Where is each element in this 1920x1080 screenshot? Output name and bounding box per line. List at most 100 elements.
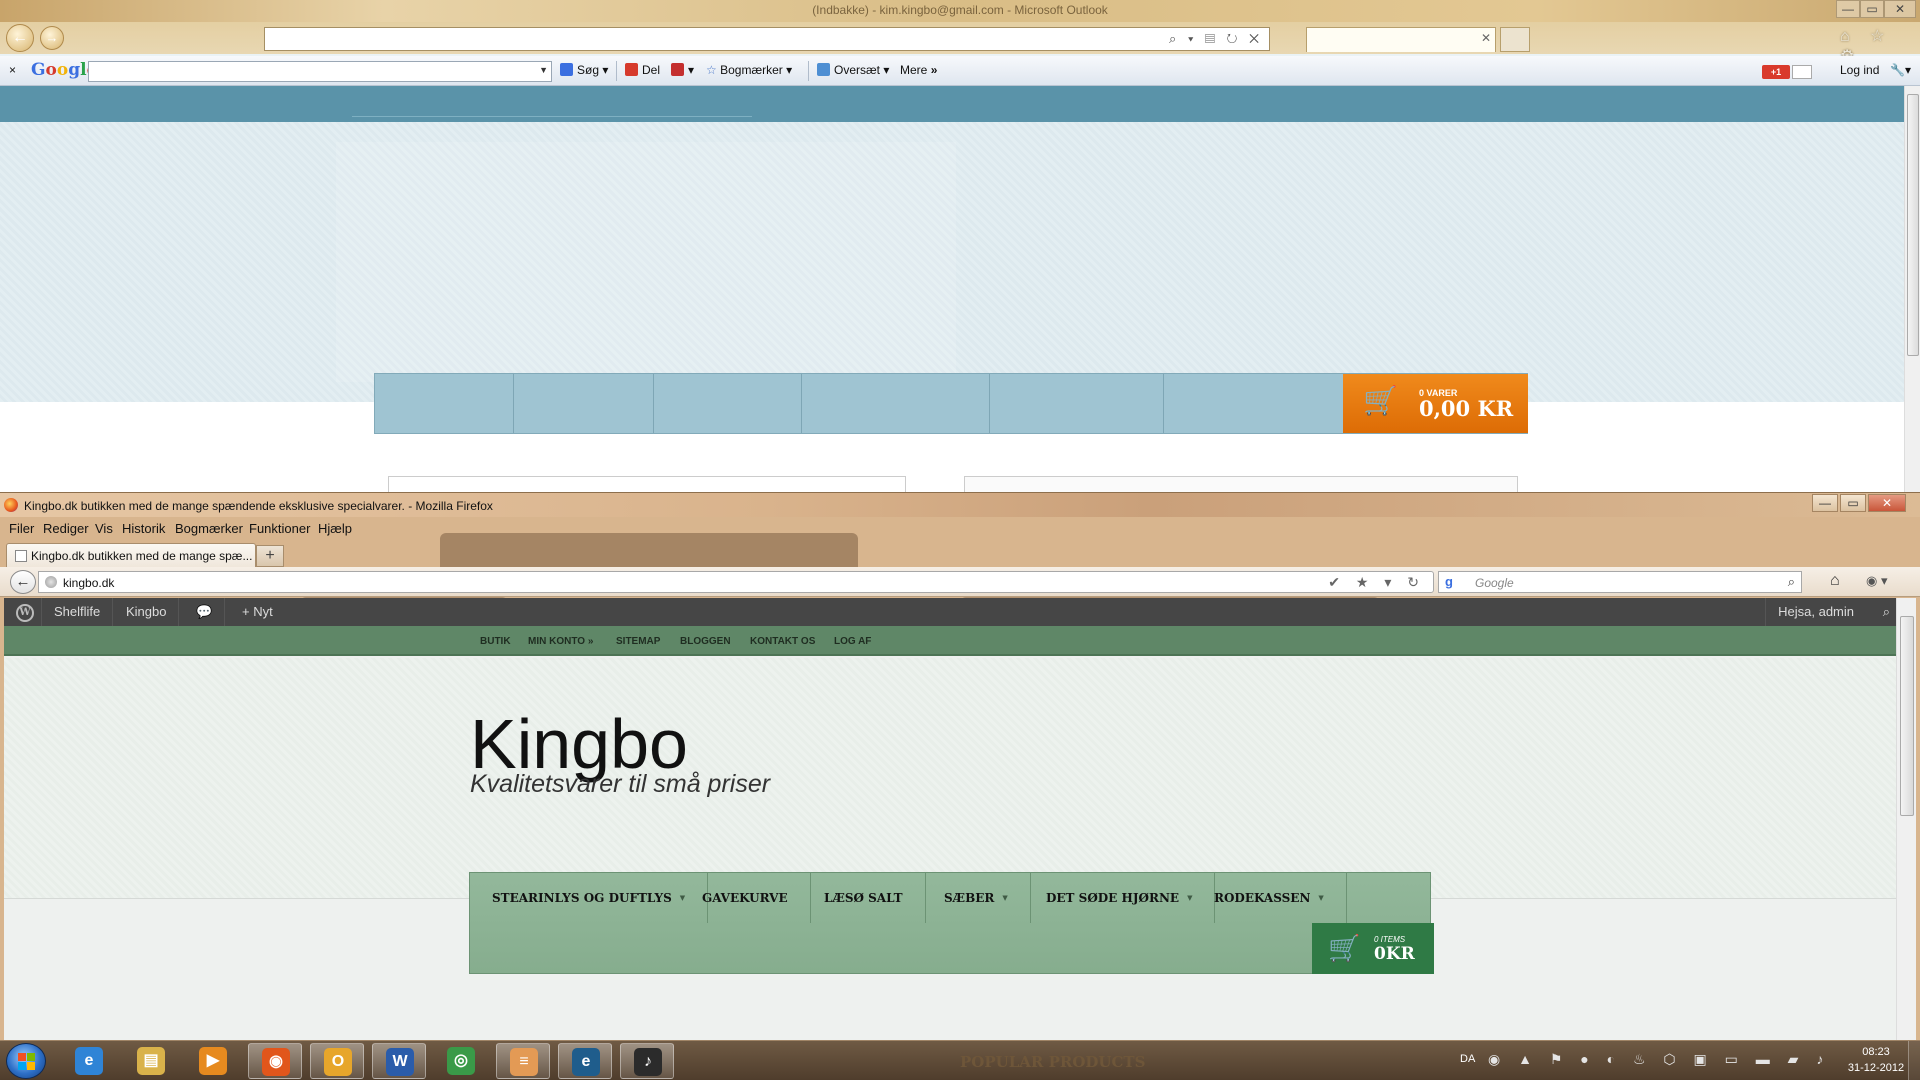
- ie-vertical-scrollbar[interactable]: [1904, 86, 1920, 492]
- menu-bogmaerker[interactable]: Bogmærker: [175, 521, 243, 536]
- ie-maximize-button[interactable]: ▭: [1860, 0, 1884, 18]
- share-button[interactable]: Del: [625, 63, 660, 77]
- comments-icon[interactable]: 💬: [184, 598, 226, 626]
- taskbar-app-chrome[interactable]: ◎: [434, 1043, 488, 1079]
- pagerank-icon: [671, 63, 684, 76]
- nav-min-konto[interactable]: MIN KONTO »: [528, 636, 593, 647]
- back-button[interactable]: ←: [10, 570, 36, 594]
- ff-search-input[interactable]: g Google ⌕: [1438, 571, 1802, 593]
- nav-butik[interactable]: BUTIK: [480, 636, 511, 647]
- start-button[interactable]: [6, 1043, 46, 1079]
- admin-greeting[interactable]: Hejsa, admin: [1765, 598, 1866, 626]
- ie-minimize-button[interactable]: —: [1836, 0, 1860, 18]
- menu-filer[interactable]: Filer: [9, 521, 34, 536]
- nav-log-af[interactable]: LOG AF: [834, 636, 871, 647]
- taskbar-app-internet-explorer[interactable]: e: [62, 1043, 116, 1079]
- chevron-down-icon[interactable]: ▼: [539, 65, 548, 75]
- taskbar-app-word[interactable]: W: [372, 1043, 426, 1079]
- category-laeso-salt[interactable]: LÆSØ SALT: [802, 873, 926, 923]
- hero-area: [0, 122, 1904, 402]
- system-tray-icons[interactable]: ◉ ▲ ⚑ ● ◐ ♨ ⬡ ▣ ▭ ▬ ▰ ♪: [1488, 1051, 1830, 1068]
- google-search-input[interactable]: ▼: [88, 61, 552, 82]
- taskbar-app-media-player[interactable]: ▶: [186, 1043, 240, 1079]
- ff-menubar: Filer Rediger Vis Historik Bogmærker Fun…: [0, 517, 1920, 539]
- forward-arrow-icon[interactable]: →: [40, 26, 64, 50]
- ff-tab-label: Kingbo.dk butikken med de mange spæ...: [31, 549, 253, 563]
- cart-widget[interactable]: 🛒 0 ITEMS 0KR: [1312, 923, 1434, 974]
- home-icon[interactable]: ⌂: [1830, 572, 1840, 590]
- menu-funktioner[interactable]: Funktioner: [249, 521, 310, 536]
- nav-kontakt-os[interactable]: KONTAKT OS: [750, 636, 815, 647]
- tab-close-icon[interactable]: ✕: [1481, 31, 1491, 45]
- plus-one-button[interactable]: +1: [1762, 65, 1790, 79]
- login-link[interactable]: Log ind: [1840, 63, 1879, 77]
- translate-button[interactable]: Oversæt ▾: [817, 63, 889, 77]
- separator: [808, 61, 809, 81]
- url-bar[interactable]: kingbo.dk ✔ ★ ▾ ↻: [38, 571, 1434, 593]
- bookmarks-button[interactable]: ☆ Bogmærker ▾: [706, 63, 792, 77]
- address-bar-icons[interactable]: ⌕ ▾ ▤ ↻ ✕: [1169, 31, 1263, 47]
- back-arrow-icon[interactable]: ←: [6, 24, 34, 52]
- site-identity-icon[interactable]: [45, 576, 57, 588]
- translate-button-label: Oversæt: [834, 63, 881, 77]
- taskbar-app-ie-network[interactable]: e: [558, 1043, 612, 1079]
- new-tab-button[interactable]: +: [256, 545, 284, 567]
- clock-time[interactable]: 08:23: [1848, 1046, 1904, 1058]
- menu-hjaelp[interactable]: Hjælp: [318, 521, 352, 536]
- caret-down-icon: ▼: [1318, 893, 1324, 902]
- toolbar-close-icon[interactable]: ×: [9, 63, 16, 77]
- ff-tab[interactable]: Kingbo.dk butikken med de mange spæ...: [6, 543, 256, 568]
- nav-bloggen[interactable]: BLOGGEN: [680, 636, 731, 647]
- category-rodekassen[interactable]: RODEKASSEN ▼: [1192, 873, 1347, 923]
- clock-date[interactable]: 31-12-2012: [1838, 1062, 1914, 1074]
- menu-rediger[interactable]: Rediger: [43, 521, 89, 536]
- category-saeber[interactable]: SÆBER ▼: [922, 873, 1031, 923]
- admin-site-kingbo[interactable]: Kingbo: [114, 598, 180, 626]
- url-bar-icons[interactable]: ✔ ★ ▾ ↻: [1328, 574, 1425, 591]
- ff-minimize-button[interactable]: —: [1812, 494, 1838, 512]
- menu-vis[interactable]: Vis: [95, 521, 113, 536]
- more-button[interactable]: Mere »: [900, 63, 937, 77]
- search-button[interactable]: Søg ▾: [560, 63, 608, 77]
- pagerank-button[interactable]: ▾: [671, 63, 694, 77]
- cart-widget[interactable]: 🛒 0 VARER 0,00 KR: [1343, 374, 1528, 433]
- site-tagline: Kvalitetsvarer til små priser: [470, 770, 771, 798]
- scrollbar-thumb[interactable]: [1900, 616, 1914, 816]
- plus-one-toggle[interactable]: [1792, 65, 1812, 79]
- ff-maximize-button[interactable]: ▭: [1840, 494, 1866, 512]
- ie-new-tab-button[interactable]: [1500, 27, 1530, 52]
- ff-close-button[interactable]: ✕: [1868, 494, 1906, 512]
- taskbar-app-outlook[interactable]: O: [310, 1043, 364, 1079]
- firefox-icon: [4, 498, 18, 512]
- search-icon[interactable]: ⌕: [1788, 574, 1795, 590]
- ie-tab[interactable]: ✕: [1306, 27, 1496, 52]
- admin-search-icon[interactable]: ⌕: [1883, 604, 1890, 620]
- addon-icon[interactable]: ◉ ▾: [1866, 573, 1887, 589]
- menu-divider: [1163, 374, 1164, 433]
- taskbar-app-notes[interactable]: ≡: [496, 1043, 550, 1079]
- search-engine-icon[interactable]: g: [1445, 574, 1453, 589]
- language-indicator[interactable]: DA: [1460, 1053, 1475, 1065]
- share-button-label: Del: [642, 63, 661, 77]
- taskbar-app-firefox[interactable]: ◉: [248, 1043, 302, 1079]
- nav-sitemap[interactable]: SITEMAP: [616, 636, 660, 647]
- taskbar-app-app-green[interactable]: ♪: [620, 1043, 674, 1079]
- show-desktop-button[interactable]: [1908, 1041, 1920, 1080]
- ie-address-bar[interactable]: ⌕ ▾ ▤ ↻ ✕: [264, 27, 1270, 51]
- scrollbar-thumb[interactable]: [1907, 94, 1919, 356]
- url-text[interactable]: kingbo.dk: [63, 576, 114, 590]
- ie-page-content: 🛒 0 VARER 0,00 KR: [0, 86, 1904, 492]
- ie-close-button[interactable]: ✕: [1884, 0, 1916, 18]
- category-stearinlys[interactable]: STEARINLYS OG DUFTLYS ▼: [470, 873, 709, 923]
- category-gavekurve[interactable]: GAVEKURVE: [680, 873, 811, 923]
- wordpress-logo[interactable]: W: [4, 598, 42, 626]
- category-navigation: STEARINLYS OG DUFTLYS ▼ GAVEKURVE LÆSØ SA…: [469, 872, 1434, 974]
- category-det-soede-hjoerne[interactable]: DET SØDE HJØRNE ▼: [1024, 873, 1216, 923]
- taskbar-app-file-explorer[interactable]: ▤: [124, 1043, 178, 1079]
- cart-icon: 🛒: [1363, 385, 1398, 416]
- menu-historik[interactable]: Historik: [122, 521, 165, 536]
- wrench-icon[interactable]: 🔧▾: [1890, 63, 1911, 77]
- admin-site-shelflife[interactable]: Shelflife: [42, 598, 114, 626]
- admin-new-button[interactable]: + Nyt: [230, 598, 285, 626]
- ff-vertical-scrollbar[interactable]: [1896, 598, 1916, 1040]
